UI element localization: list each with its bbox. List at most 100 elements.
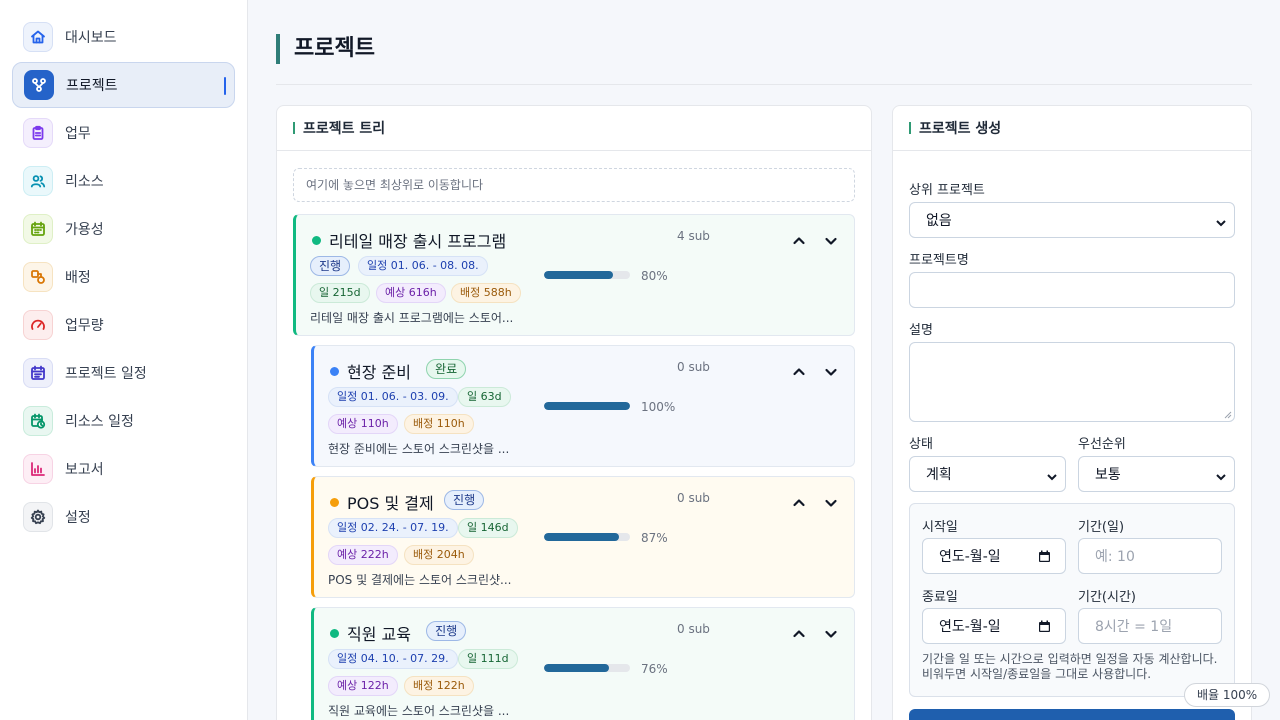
status-dot <box>312 236 321 245</box>
sidebar-item-9[interactable]: 리소스 일정 <box>12 398 235 444</box>
end-date-label: 종료일 <box>922 590 958 605</box>
tree-node[interactable]: 리테일 매장 출시 프로그램 진행 일정 01. 06. - 08. 08. 일 21… <box>293 214 855 336</box>
sidebar-item-label: 업무량 <box>65 318 104 334</box>
project-create-panel: 프로젝트 생성 상위 프로젝트 없음 프로젝트명 설명 상태 계획 우선순위 보… <box>892 105 1252 720</box>
progress-fill <box>544 664 610 672</box>
title-divider <box>276 84 1252 85</box>
duration-days-input[interactable]: 예: 10 <box>1078 538 1222 574</box>
tree-node[interactable]: 직원 교육 진행 일정 04. 10. - 07. 29. 일 111d 예상 122h… <box>311 607 855 720</box>
duration-badge: 일 63d <box>458 387 511 407</box>
create-project-button[interactable] <box>909 709 1235 720</box>
chevron-up-icon[interactable] <box>791 364 807 380</box>
start-date-label: 시작일 <box>922 520 958 535</box>
sidebar-item-label: 프로젝트 일정 <box>65 366 147 382</box>
duration-days-label: 기간(일) <box>1078 520 1125 535</box>
status-dot <box>330 629 339 638</box>
sidebar-item-10[interactable]: 보고서 <box>12 446 235 492</box>
progress-fill <box>544 533 619 541</box>
sidebar-item-2[interactable]: 프로젝트 <box>12 62 235 108</box>
calendar-icon[interactable] <box>1038 620 1051 633</box>
assign-icon <box>23 262 53 292</box>
parent-project-label: 상위 프로젝트 <box>909 183 985 198</box>
calendar-schedule-icon <box>23 358 53 388</box>
chevron-up-icon[interactable] <box>791 495 807 511</box>
sidebar-item-label: 프로젝트 <box>66 78 118 94</box>
node-description: POS 및 결제에는 스토어 스크린샷... <box>328 573 512 587</box>
project-tree-panel: 프로젝트 트리 여기에 놓으면 최상위로 이동합니다 리테일 매장 출시 프로그… <box>276 105 872 720</box>
sidebar-item-label: 리소스 <box>65 174 104 190</box>
duration-hours-placeholder: 8시간 = 1일 <box>1095 619 1173 635</box>
chevron-down-icon[interactable] <box>823 364 839 380</box>
node-description: 리테일 매장 출시 프로그램에는 스토어... <box>310 311 514 325</box>
sidebar-item-label: 리소스 일정 <box>65 414 134 430</box>
schedule-help-text: 기간을 일 또는 시간으로 입력하면 일정을 자동 계산합니다. 비워두면 시작… <box>922 652 1218 681</box>
sidebar-item-7[interactable]: 업무량 <box>12 302 235 348</box>
node-title: POS 및 결제 <box>347 494 434 513</box>
schedule-badge: 일정 04. 10. - 07. 29. <box>328 649 458 669</box>
duration-badge: 일 215d <box>310 283 370 303</box>
node-title: 현장 준비 <box>347 363 411 382</box>
progress-bar <box>544 664 630 672</box>
schedule-box: 시작일 연도-월-일 기간(일) 예: 10 종료일 연도-월-일 기간(시간)… <box>909 503 1235 697</box>
sidebar-item-3[interactable]: 업무 <box>12 110 235 156</box>
status-dot <box>330 367 339 376</box>
chevron-up-icon[interactable] <box>791 626 807 642</box>
duration-hours-input[interactable]: 8시간 = 1일 <box>1078 608 1222 644</box>
project-tree-title: 프로젝트 트리 <box>303 121 386 137</box>
chevron-down-icon <box>1047 470 1057 481</box>
sidebar-item-11[interactable]: 설정 <box>12 494 235 540</box>
description-textarea[interactable] <box>909 342 1235 422</box>
sidebar-item-1[interactable]: 대시보드 <box>12 14 235 60</box>
end-date-value: 연도-월-일 <box>939 619 1001 635</box>
calendar-icon[interactable] <box>1038 550 1051 563</box>
parent-project-value: 없음 <box>926 213 952 229</box>
status-value: 계획 <box>926 467 952 483</box>
tree-node[interactable]: 현장 준비 완료 일정 01. 06. - 03. 09. 일 63d 예상 110h 배… <box>311 345 855 467</box>
sub-count: 0 sub <box>677 491 710 505</box>
parent-project-select[interactable]: 없음 <box>909 202 1235 238</box>
allocation-badge: 배정 204h <box>404 545 474 565</box>
progress-percent: 100% <box>641 400 676 414</box>
status-badge: 진행 <box>310 256 351 276</box>
sidebar-item-label: 업무 <box>65 126 91 142</box>
progress-bar <box>544 533 630 541</box>
start-date-input[interactable]: 연도-월-일 <box>922 538 1066 574</box>
tree-node[interactable]: POS 및 결제 진행 일정 02. 24. - 07. 19. 일 146d 예상 2… <box>311 476 855 598</box>
chevron-up-icon[interactable] <box>791 233 807 249</box>
page-title: 프로젝트 <box>276 34 375 64</box>
node-description: 현장 준비에는 스토어 스크린샷을 ... <box>328 442 510 456</box>
sidebar-item-6[interactable]: 배정 <box>12 254 235 300</box>
project-create-header: 프로젝트 생성 <box>893 106 1251 151</box>
chevron-down-icon[interactable] <box>823 233 839 249</box>
estimate-badge: 예상 616h <box>376 283 446 303</box>
chevron-down-icon <box>1216 216 1226 227</box>
chevron-down-icon[interactable] <box>823 495 839 511</box>
priority-select[interactable]: 보통 <box>1078 456 1235 492</box>
sidebar-item-8[interactable]: 프로젝트 일정 <box>12 350 235 396</box>
chevron-down-icon[interactable] <box>823 626 839 642</box>
allocation-badge: 배정 122h <box>404 676 474 696</box>
estimate-badge: 예상 110h <box>328 414 398 434</box>
calendar-clock-icon <box>23 406 53 436</box>
sidebar-item-5[interactable]: 가용성 <box>12 206 235 252</box>
resize-handle-icon[interactable] <box>1224 411 1232 419</box>
estimate-badge: 예상 122h <box>328 676 398 696</box>
status-select[interactable]: 계획 <box>909 456 1066 492</box>
progress-percent: 76% <box>641 662 668 676</box>
start-date-value: 연도-월-일 <box>939 549 1001 565</box>
status-badge: 진행 <box>426 621 467 641</box>
sidebar-item-4[interactable]: 리소스 <box>12 158 235 204</box>
project-name-input[interactable] <box>909 272 1235 308</box>
root-drop-zone[interactable]: 여기에 놓으면 최상위로 이동합니다 <box>293 168 855 202</box>
sidebar-item-label: 설정 <box>65 510 91 526</box>
progress-fill <box>544 402 630 410</box>
schedule-badge: 일정 02. 24. - 07. 19. <box>328 518 458 538</box>
sidebar: 대시보드프로젝트업무리소스가용성 배정업무량프로젝트 일정리소스 일정보고서설정 <box>0 0 248 720</box>
end-date-input[interactable]: 연도-월-일 <box>922 608 1066 644</box>
header-accent-bar <box>909 122 911 134</box>
status-badge: 완료 <box>426 359 467 379</box>
status-badge: 진행 <box>444 490 485 510</box>
zoom-level-badge[interactable]: 배율 100% <box>1184 683 1271 707</box>
gear-icon <box>23 502 53 532</box>
status-dot <box>330 498 339 507</box>
